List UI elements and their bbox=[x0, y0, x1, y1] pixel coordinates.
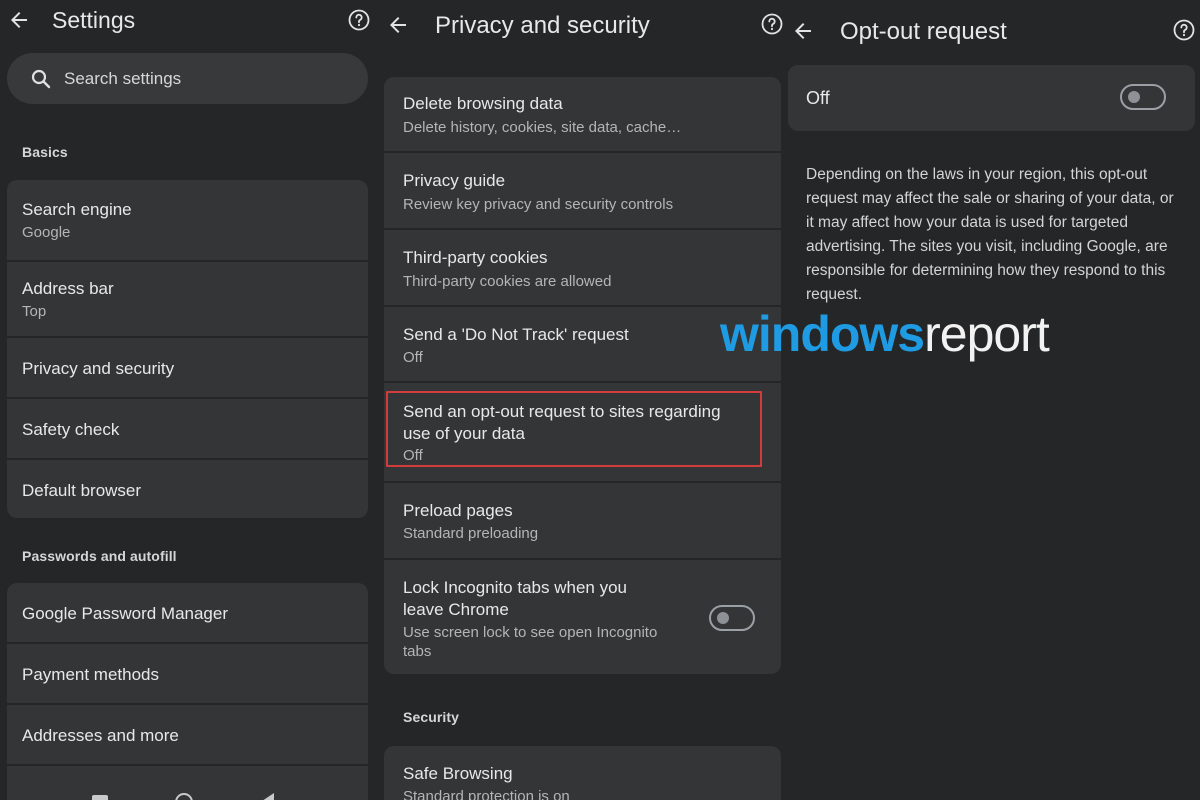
toggle-state-label: Off bbox=[806, 88, 830, 108]
toggle-knob bbox=[1128, 91, 1140, 103]
lock-incognito-label-line2[interactable]: leave Chrome bbox=[403, 600, 509, 620]
divider bbox=[384, 381, 781, 383]
page-title: Settings bbox=[52, 7, 136, 33]
search-engine-value: Google bbox=[22, 224, 71, 241]
do-not-track-label[interactable]: Send a 'Do Not Track' request bbox=[403, 325, 629, 345]
addresses-item[interactable]: Addresses and more bbox=[22, 726, 179, 746]
third-party-cookies-value: Third-party cookies are allowed bbox=[403, 273, 612, 290]
recents-icon[interactable] bbox=[92, 795, 108, 800]
windowsreport-watermark: windowsreport bbox=[720, 305, 1050, 363]
address-bar-value: Top bbox=[22, 303, 47, 320]
divider bbox=[384, 228, 781, 230]
password-manager-item[interactable]: Google Password Manager bbox=[22, 604, 228, 624]
privacy-header: Privacy and security bbox=[376, 0, 788, 50]
search-input[interactable]: Search settings bbox=[7, 53, 368, 104]
privacy-panel: Privacy and security Delete browsing dat… bbox=[376, 0, 788, 800]
section-security: Security bbox=[403, 709, 460, 725]
divider bbox=[7, 458, 368, 460]
back-arrow-icon[interactable] bbox=[7, 8, 31, 32]
lock-incognito-value-line2: tabs bbox=[403, 643, 432, 660]
back-arrow-icon[interactable] bbox=[791, 19, 815, 43]
opt-out-description: Depending on the laws in your region, th… bbox=[806, 166, 1174, 303]
help-icon[interactable] bbox=[1172, 18, 1196, 42]
preload-pages-value: Standard preloading bbox=[403, 525, 539, 542]
divider bbox=[7, 260, 368, 262]
system-nav-bar bbox=[0, 785, 376, 800]
search-icon bbox=[31, 69, 51, 89]
lock-incognito-label[interactable]: Lock Incognito tabs when you bbox=[403, 578, 627, 598]
search-placeholder: Search settings bbox=[64, 69, 182, 88]
preload-pages-label[interactable]: Preload pages bbox=[403, 501, 513, 521]
toggle-knob bbox=[717, 612, 729, 624]
default-browser-item[interactable]: Default browser bbox=[22, 481, 141, 501]
privacy-card: Delete browsing data Delete history, coo… bbox=[384, 77, 781, 674]
third-party-cookies-label[interactable]: Third-party cookies bbox=[403, 248, 548, 268]
opt-out-request-label[interactable]: Send an opt-out request to sites regardi… bbox=[403, 402, 721, 422]
divider bbox=[384, 558, 781, 560]
settings-panel: Settings Search settings Basics Search e… bbox=[0, 0, 376, 800]
delete-browsing-data-value: Delete history, cookies, site data, cach… bbox=[403, 119, 682, 136]
section-basics: Basics bbox=[22, 144, 68, 160]
section-passwords: Passwords and autofill bbox=[22, 548, 177, 564]
divider bbox=[7, 703, 368, 705]
divider bbox=[384, 151, 781, 153]
opt-out-toggle[interactable] bbox=[1120, 84, 1166, 110]
opt-out-toggle-card[interactable]: Off bbox=[788, 65, 1195, 131]
page-title: Opt-out request bbox=[840, 18, 1007, 45]
safe-browsing-label[interactable]: Safe Browsing bbox=[403, 764, 513, 784]
settings-header: Settings bbox=[0, 0, 376, 50]
do-not-track-value: Off bbox=[403, 349, 423, 366]
payment-methods-item[interactable]: Payment methods bbox=[22, 665, 159, 685]
address-bar-label[interactable]: Address bar bbox=[22, 279, 114, 299]
safety-check-item[interactable]: Safety check bbox=[22, 420, 119, 440]
opt-out-request-value: Off bbox=[403, 447, 423, 464]
search-engine-label[interactable]: Search engine bbox=[22, 200, 132, 220]
basics-card: Search engine Google Address bar Top Pri… bbox=[7, 180, 368, 518]
opt-out-panel: Opt-out request Off Depending on the law… bbox=[788, 0, 1200, 800]
divider bbox=[7, 642, 368, 644]
watermark-part1: windows bbox=[720, 306, 925, 362]
safe-browsing-value: Standard protection is on bbox=[403, 788, 570, 800]
help-icon[interactable] bbox=[347, 8, 371, 32]
lock-incognito-value: Use screen lock to see open Incognito bbox=[403, 624, 658, 641]
divider bbox=[7, 336, 368, 338]
help-icon[interactable] bbox=[760, 12, 784, 36]
opt-out-request-label-line2[interactable]: use of your data bbox=[403, 424, 525, 444]
page-title: Privacy and security bbox=[435, 12, 650, 39]
nav-back-icon[interactable] bbox=[262, 793, 274, 800]
back-arrow-icon[interactable] bbox=[386, 13, 410, 37]
lock-incognito-toggle[interactable] bbox=[709, 605, 755, 631]
security-card: Safe Browsing Standard protection is on bbox=[384, 746, 781, 800]
privacy-security-item[interactable]: Privacy and security bbox=[22, 359, 174, 379]
divider bbox=[7, 764, 368, 766]
delete-browsing-data-label[interactable]: Delete browsing data bbox=[403, 94, 563, 114]
passwords-card: Google Password Manager Payment methods … bbox=[7, 583, 368, 800]
home-icon[interactable] bbox=[175, 793, 193, 800]
divider bbox=[384, 481, 781, 483]
opt-out-header: Opt-out request bbox=[788, 0, 1200, 50]
privacy-guide-value: Review key privacy and security controls bbox=[403, 196, 674, 213]
privacy-guide-label[interactable]: Privacy guide bbox=[403, 171, 505, 191]
divider bbox=[7, 397, 368, 399]
watermark-part2: report bbox=[924, 306, 1050, 362]
